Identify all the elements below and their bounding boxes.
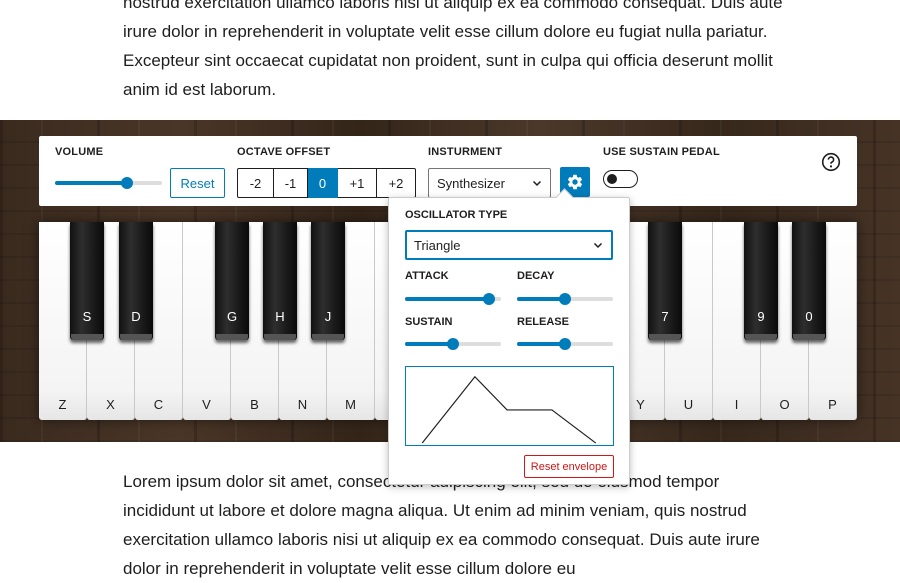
slider-thumb[interactable] (483, 293, 496, 305)
sustain-slider[interactable] (405, 334, 501, 352)
decay-slider[interactable] (517, 289, 613, 307)
black-key[interactable]: 0 (792, 222, 826, 340)
slider-thumb[interactable] (447, 338, 459, 350)
key-label: I (734, 397, 739, 412)
octave-minus-2-button[interactable]: -2 (237, 168, 274, 198)
synth-settings-popover: OSCILLATOR TYPE Triangle ATTACK DECAY SU… (388, 197, 630, 485)
attack-slider[interactable] (405, 289, 501, 307)
slider-fill (405, 297, 490, 301)
octave-plus-1-button[interactable]: +1 (338, 168, 377, 198)
slider-fill (55, 181, 127, 185)
volume-label: VOLUME (55, 146, 104, 158)
instrument-select[interactable]: Synthesizer (428, 168, 551, 198)
slider-fill (517, 297, 565, 301)
chevron-down-icon (593, 242, 603, 249)
key-label: 0 (805, 309, 813, 324)
key-label: O (779, 397, 790, 412)
black-key[interactable]: J (311, 222, 345, 340)
octave-offset-group: -2 -1 0 +1 +2 (237, 168, 416, 198)
key-label: X (106, 397, 115, 412)
intro-paragraph: nostrud exercitation ullamco laboris nis… (123, 0, 783, 99)
release-label: RELEASE (517, 316, 569, 328)
octave-plus-2-button[interactable]: +2 (377, 168, 416, 198)
reset-envelope-button[interactable]: Reset envelope (524, 455, 614, 478)
key-label: D (131, 309, 141, 324)
sustain-pedal-label: USE SUSTAIN PEDAL (603, 146, 720, 158)
black-key[interactable]: S (70, 222, 104, 340)
key-label: U (683, 397, 694, 412)
slider-fill (405, 342, 453, 346)
envelope-graph (405, 366, 614, 446)
key-label: S (82, 309, 92, 324)
envelope-curve (421, 375, 597, 444)
slider-fill (517, 342, 565, 346)
decay-label: DECAY (517, 270, 555, 282)
key-label: V (202, 397, 211, 412)
slider-thumb[interactable] (559, 293, 571, 305)
octave-minus-1-button[interactable]: -1 (274, 168, 308, 198)
sustain-pedal-toggle[interactable] (603, 170, 638, 188)
instrument-select-value: Synthesizer (437, 175, 505, 191)
oscillator-type-select[interactable]: Triangle (405, 230, 613, 260)
instrument-label: INSTURMENT (428, 146, 503, 158)
key-label: C (153, 397, 164, 412)
key-label: H (275, 309, 285, 324)
black-key[interactable]: D (119, 222, 153, 340)
black-key[interactable]: 7 (648, 222, 682, 340)
gear-icon (567, 174, 583, 190)
black-key[interactable]: 9 (744, 222, 778, 340)
octave-offset-label: OCTAVE OFFSET (237, 146, 331, 158)
key-label: N (297, 397, 308, 412)
slider-thumb[interactable] (559, 338, 571, 350)
slider-thumb[interactable] (120, 177, 133, 189)
black-key[interactable]: H (263, 222, 297, 340)
chevron-down-icon (532, 180, 542, 187)
toggle-knob (607, 174, 617, 184)
key-label: Z (58, 397, 67, 412)
key-label: P (828, 397, 837, 412)
key-label: G (226, 309, 238, 324)
black-key[interactable]: G (215, 222, 249, 340)
attack-label: ATTACK (405, 270, 449, 282)
volume-slider[interactable] (55, 173, 162, 191)
volume-reset-button[interactable]: Reset (170, 168, 225, 198)
key-label: J (324, 309, 332, 324)
octave-0-button[interactable]: 0 (308, 168, 338, 198)
sustain-label: SUSTAIN (405, 316, 453, 328)
oscillator-type-label: OSCILLATOR TYPE (405, 209, 508, 221)
oscillator-type-value: Triangle (414, 237, 461, 253)
key-label: M (345, 397, 356, 412)
piano-toolbar: VOLUME Reset OCTAVE OFFSET -2 -1 0 +1 +2… (39, 136, 857, 206)
release-slider[interactable] (517, 334, 613, 352)
help-icon[interactable] (821, 152, 841, 172)
key-label: B (250, 397, 259, 412)
key-label: 9 (757, 309, 765, 324)
key-label: 7 (661, 309, 669, 324)
